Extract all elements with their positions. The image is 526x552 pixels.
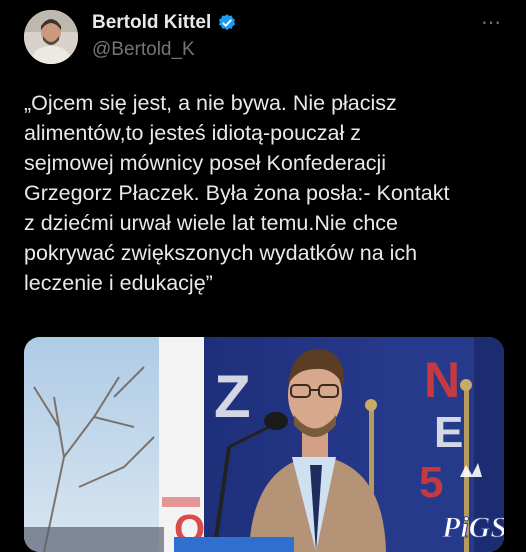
- svg-text:N: N: [424, 352, 460, 408]
- tweet-line: pokrywać zwiększonych wydatków na ich: [24, 241, 418, 265]
- tweet-line: sejmowej mównicy poseł Konfederacji: [24, 151, 387, 175]
- tweet-line: alimentów,to jesteś idiotą-pouczał z: [24, 121, 362, 145]
- author-display-name[interactable]: Bertold Kittel: [92, 12, 211, 34]
- more-options-icon[interactable]: ⋯: [481, 10, 502, 35]
- tweet-text: „Ojcem się jest, a nie bywa. Nie płacisz…: [24, 88, 502, 298]
- media-image: Z N E 5 Q PiGS: [24, 337, 504, 552]
- svg-text:Z: Z: [214, 363, 251, 430]
- svg-text:E: E: [434, 408, 463, 457]
- tweet-line: Grzegorz Płaczek. Była żona posła:- Kont…: [24, 181, 450, 205]
- tweet-line: z dziećmi urwał wiele lat temu.Nie chce: [24, 211, 398, 235]
- tweet-line: „Ojcem się jest, a nie bywa. Nie płacisz: [24, 91, 397, 115]
- tweet-line: leczenie i edukację”: [24, 271, 213, 295]
- svg-text:PiGS: PiGS: [441, 511, 504, 544]
- avatar-photo: [24, 10, 78, 64]
- verified-badge-icon: [219, 14, 236, 31]
- author-avatar[interactable]: [24, 10, 78, 64]
- author-handle[interactable]: @Bertold_K: [92, 39, 195, 61]
- svg-text:5: 5: [419, 458, 443, 507]
- tweet-media-photo[interactable]: Z N E 5 Q PiGS: [24, 337, 504, 552]
